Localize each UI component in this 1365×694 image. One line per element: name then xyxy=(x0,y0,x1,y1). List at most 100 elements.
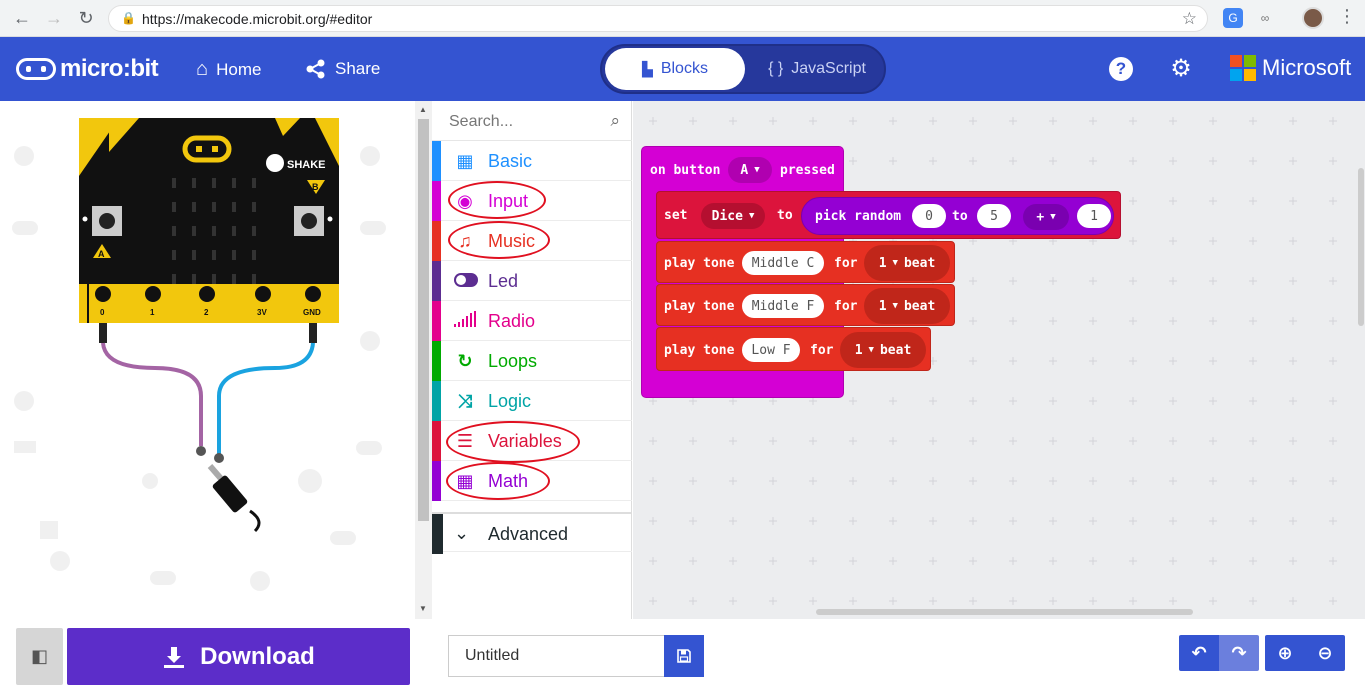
beats-dropdown[interactable]: 1 ▼ beat xyxy=(864,245,950,281)
set-variable-block[interactable]: set Dice ▼ to pick random 0 to 5 + ▼ 1 xyxy=(656,191,1121,239)
toolbox-search[interactable]: Search... ⌕ xyxy=(432,101,632,141)
grid-icon: ▦ xyxy=(456,151,474,171)
bookmark-star-icon[interactable]: ☆ xyxy=(1182,9,1197,29)
category-basic[interactable]: ▦ Basic xyxy=(432,141,632,181)
download-button[interactable]: Download xyxy=(67,628,410,685)
save-button[interactable] xyxy=(664,635,704,677)
collapse-left-icon: ◧ xyxy=(30,646,48,666)
play-tone-block[interactable]: play tone Middle C for 1 ▼ beat xyxy=(656,241,955,283)
translate-extension-icon[interactable]: G xyxy=(1223,8,1243,28)
play-tone-block[interactable]: play tone Middle F for 1 ▼ beat xyxy=(656,284,955,326)
project-name-input[interactable]: Untitled xyxy=(448,635,665,677)
braces-icon: { } xyxy=(768,60,784,77)
browser-chrome: ← → ↻ 🔒 https://makecode.microbit.org/#e… xyxy=(0,0,1365,37)
category-advanced[interactable]: ⌄ Advanced xyxy=(432,512,632,554)
dropdown-arrow-icon: ▼ xyxy=(1050,212,1056,222)
dropdown-arrow-icon: ▼ xyxy=(892,258,898,268)
address-bar[interactable]: 🔒 https://makecode.microbit.org/#editor … xyxy=(108,5,1208,32)
simulator-panel: SHAKE A B 0 1 2 3V GND xyxy=(0,101,415,619)
annotation-circle-input xyxy=(448,181,546,219)
redo-icon: ↷ xyxy=(1231,642,1247,663)
dropdown-arrow-icon: ▼ xyxy=(754,165,760,175)
svg-text:GND: GND xyxy=(303,308,321,317)
home-button[interactable]: ⌂ Home xyxy=(196,58,261,81)
lock-icon: 🔒 xyxy=(121,11,136,25)
gear-icon[interactable]: ⚙ xyxy=(1169,57,1193,81)
zoom-in-button[interactable]: ⊕ xyxy=(1265,635,1305,671)
shake-label: SHAKE xyxy=(287,159,326,171)
random-min-input[interactable]: 0 xyxy=(912,204,946,228)
play-tone-block[interactable]: play tone Low F for 1 ▼ beat xyxy=(656,327,931,371)
operator-dropdown[interactable]: + ▼ xyxy=(1023,204,1069,230)
button-dropdown[interactable]: A ▼ xyxy=(728,157,772,183)
annotation-circle-variables xyxy=(446,421,580,463)
download-icon xyxy=(164,646,185,668)
home-icon: ⌂ xyxy=(196,58,209,80)
url-text[interactable]: https://makecode.microbit.org/#editor xyxy=(142,11,372,27)
share-button[interactable]: Share xyxy=(305,58,380,80)
zoom-in-icon: ⊕ xyxy=(1277,642,1293,663)
pin-0[interactable] xyxy=(93,284,113,304)
search-input[interactable]: Search... xyxy=(449,113,513,131)
undo-icon: ↶ xyxy=(1191,642,1207,663)
back-icon[interactable]: ← xyxy=(10,7,34,29)
addend-input[interactable]: 1 xyxy=(1077,204,1111,228)
annotation-circle-music xyxy=(448,221,550,259)
svg-text:0: 0 xyxy=(100,308,105,317)
blocks-tab[interactable]: ▙ Blocks xyxy=(605,48,745,90)
block-toolbox: Search... ⌕ ▦ Basic ◉ Input ♫ Music Led … xyxy=(432,101,632,619)
svg-text:2: 2 xyxy=(204,308,209,317)
browser-menu-icon[interactable]: ⋮ xyxy=(1338,6,1356,27)
headphone-wires xyxy=(99,323,317,533)
extension-icon[interactable]: ∞ xyxy=(1255,8,1275,28)
annotation-circle-math xyxy=(446,462,550,500)
category-loops[interactable]: ↻ Loops xyxy=(432,341,632,381)
signal-bars-icon xyxy=(454,310,476,332)
note-input[interactable]: Middle C xyxy=(742,251,824,275)
pin-3v[interactable] xyxy=(253,284,273,304)
note-input[interactable]: Middle F xyxy=(742,294,824,318)
refresh-icon: ↻ xyxy=(457,351,473,371)
reload-icon[interactable]: ↻ xyxy=(74,7,98,29)
redo-button[interactable]: ↷ xyxy=(1219,635,1259,671)
blocks-workspace[interactable]: on button A ▼ pressed set Dice ▼ to pick r… xyxy=(633,101,1365,619)
pin-gnd[interactable] xyxy=(303,284,323,304)
search-icon[interactable]: ⌕ xyxy=(610,111,620,131)
note-input[interactable]: Low F xyxy=(742,338,800,362)
variable-dropdown[interactable]: Dice ▼ xyxy=(701,203,765,229)
profile-avatar[interactable] xyxy=(1302,7,1324,29)
dropdown-arrow-icon: ▼ xyxy=(868,345,874,355)
microsoft-logo[interactable]: Microsoft xyxy=(1230,55,1351,81)
category-radio[interactable]: Radio xyxy=(432,301,632,341)
category-led[interactable]: Led xyxy=(432,261,632,301)
dropdown-arrow-icon: ▼ xyxy=(748,211,755,221)
zoom-out-button[interactable]: ⊖ xyxy=(1305,635,1345,671)
beats-dropdown[interactable]: 1 ▼ beat xyxy=(840,332,926,368)
random-max-input[interactable]: 5 xyxy=(977,204,1011,228)
collapse-simulator-button[interactable]: ◧ xyxy=(16,628,63,685)
workspace-horizontal-scrollbar[interactable] xyxy=(816,609,1193,615)
category-logic[interactable]: ⤨ Logic xyxy=(432,381,632,421)
svg-text:A: A xyxy=(98,249,105,259)
pick-random-block[interactable]: pick random 0 to 5 + ▼ 1 xyxy=(801,197,1114,235)
microbit-logo-icon xyxy=(16,58,56,80)
simulator-scrollbar[interactable]: ▲ ▼ xyxy=(415,101,432,619)
pin-1[interactable] xyxy=(143,284,163,304)
microbit-logo[interactable]: micro:bit xyxy=(16,55,159,82)
pin-2[interactable] xyxy=(197,284,217,304)
microsoft-logo-icon xyxy=(1230,55,1256,81)
editor-footer: ◧ Download Untitled ↶ ↷ ⊕ ⊖ xyxy=(0,619,1365,694)
puzzle-icon: ▙ xyxy=(642,60,653,77)
editor-mode-switch: ▙ Blocks { } JavaScript xyxy=(600,44,886,94)
workspace-vertical-scrollbar[interactable] xyxy=(1358,168,1364,326)
chevron-down-icon: ⌄ xyxy=(454,523,470,543)
help-icon[interactable]: ? xyxy=(1109,57,1133,81)
javascript-tab[interactable]: { } JavaScript xyxy=(752,48,882,90)
beats-dropdown[interactable]: 1 ▼ beat xyxy=(864,288,950,324)
toggle-icon xyxy=(454,270,478,292)
undo-button[interactable]: ↶ xyxy=(1179,635,1219,671)
scrollbar-thumb[interactable] xyxy=(418,119,429,521)
forward-icon[interactable]: → xyxy=(42,7,66,29)
editor-header: micro:bit ⌂ Home Share ▙ Blocks { } Java… xyxy=(0,37,1365,101)
microbit-board[interactable]: SHAKE A B 0 1 2 3V GND xyxy=(75,116,345,536)
